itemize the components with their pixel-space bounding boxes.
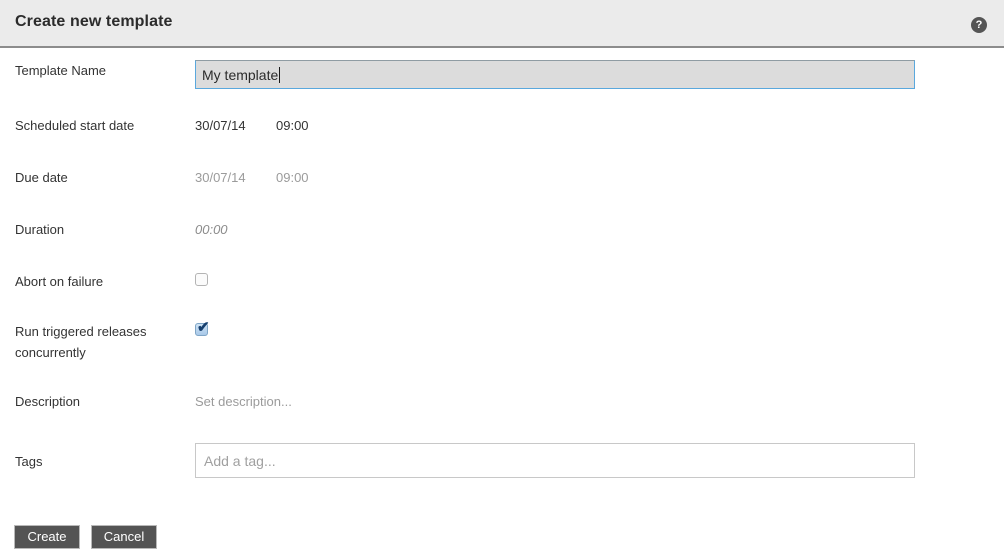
- label-due-date: Due date: [15, 170, 68, 185]
- tags-input[interactable]: Add a tag...: [195, 443, 915, 478]
- label-tags: Tags: [15, 454, 43, 469]
- scheduled-start-date-value[interactable]: 30/07/14: [195, 115, 246, 136]
- template-name-value: My template: [202, 66, 279, 83]
- due-time-value[interactable]: 09:00: [276, 167, 309, 188]
- duration-value[interactable]: 00:00: [195, 219, 228, 240]
- description-placeholder[interactable]: Set description...: [195, 391, 292, 412]
- tags-placeholder: Add a tag...: [204, 452, 276, 469]
- page-title: Create new template: [15, 13, 173, 30]
- help-circle-icon[interactable]: ?: [971, 17, 987, 33]
- create-button[interactable]: Create: [14, 525, 80, 549]
- label-run-triggered-releases-concurrently: Run triggered releases concurrently: [15, 321, 185, 363]
- scheduled-start-time-value[interactable]: 09:00: [276, 115, 309, 136]
- checkmark-icon: ✔: [197, 319, 210, 336]
- label-description: Description: [15, 394, 81, 409]
- run-triggered-releases-concurrently-checkbox[interactable]: ✔: [195, 319, 210, 336]
- label-abort-on-failure: Abort on failure: [15, 274, 104, 289]
- dialog-footer: Create Cancel: [0, 523, 1004, 554]
- template-name-field: My template: [195, 60, 915, 89]
- label-line-2: concurrently: [15, 345, 86, 360]
- label-template-name: Template Name: [15, 63, 107, 78]
- due-date-value[interactable]: 30/07/14: [195, 167, 246, 188]
- dialog-header: Create new template ?: [0, 0, 1004, 48]
- text-caret: [279, 66, 281, 83]
- template-name-input[interactable]: My template: [195, 60, 915, 89]
- label-scheduled-start-date: Scheduled start date: [15, 118, 135, 133]
- cancel-button[interactable]: Cancel: [91, 525, 157, 549]
- label-duration: Duration: [15, 222, 65, 237]
- label-line-1: Run triggered releases: [15, 324, 147, 339]
- abort-on-failure-checkbox[interactable]: [195, 273, 208, 286]
